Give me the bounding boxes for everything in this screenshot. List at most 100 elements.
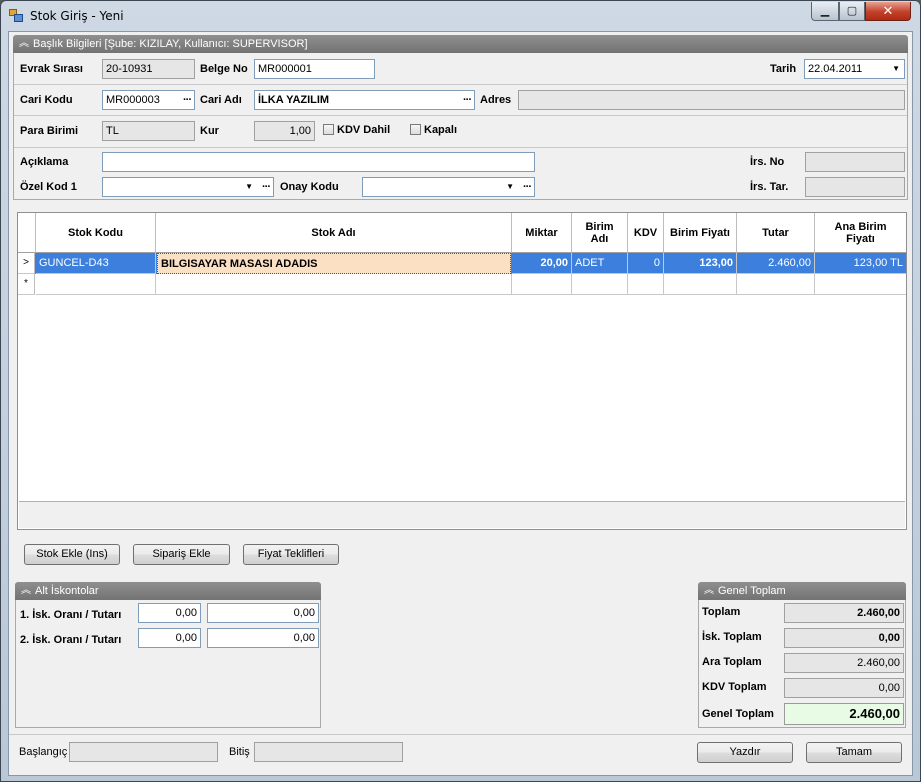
bitis-field[interactable] xyxy=(254,742,403,762)
ellipsis-icon[interactable]: ··· xyxy=(183,91,192,109)
kur-field[interactable]: 1,00 xyxy=(254,121,315,141)
isk2-tutar-field[interactable]: 0,00 xyxy=(207,628,319,648)
ara-toplam-label: Ara Toplam xyxy=(702,656,762,668)
isk1-tutar-field[interactable]: 0,00 xyxy=(207,603,319,623)
col-miktar[interactable]: Miktar xyxy=(512,213,572,253)
kdv-toplam-field[interactable]: 0,00 xyxy=(784,678,904,698)
cell-ana-birim-fiyati[interactable]: 123,00 TL xyxy=(815,253,906,274)
col-tutar[interactable]: Tutar xyxy=(737,213,815,253)
kur-label: Kur xyxy=(200,125,219,137)
cari-adi-field[interactable]: İLKA YAZILIM ··· xyxy=(254,90,475,110)
ozel-kod-field[interactable]: ▼ ··· xyxy=(102,177,274,197)
title-bar[interactable]: Stok Giriş - Yeni ▁ ▢ ✕ xyxy=(1,1,920,31)
tarih-picker[interactable]: 22.04.2011 ▼ xyxy=(804,59,905,79)
siparis-ekle-button[interactable]: Sipariş Ekle xyxy=(133,544,230,565)
cell-kdv[interactable]: 0 xyxy=(628,253,664,274)
new-row[interactable]: * xyxy=(18,274,906,295)
new-row-indicator[interactable]: * xyxy=(18,274,35,295)
kdv-dahil-checkbox[interactable] xyxy=(323,124,334,135)
chevron-down-icon[interactable]: ▼ xyxy=(245,178,253,196)
cari-kodu-field[interactable]: MR000003 ··· xyxy=(102,90,195,110)
cell-birim-fiyati[interactable]: 123,00 xyxy=(664,253,737,274)
cell-empty[interactable] xyxy=(628,274,664,295)
col-ana-birim-fiyati[interactable]: Ana Birim Fiyatı xyxy=(815,213,906,253)
cari-adi-label: Cari Adı xyxy=(200,94,242,106)
isk1-oran-field[interactable]: 0,00 xyxy=(138,603,201,623)
col-kdv[interactable]: KDV xyxy=(628,213,664,253)
minimize-button[interactable]: ▁ xyxy=(811,2,839,21)
client-area: ︽ Başlık Bilgileri [Şube: KIZILAY, Kulla… xyxy=(8,31,913,776)
aciklama-field[interactable] xyxy=(102,152,535,172)
baslangic-field[interactable] xyxy=(69,742,218,762)
cell-stok-adi[interactable]: BILGISAYAR MASASI ADADIS xyxy=(157,253,511,274)
cell-empty[interactable] xyxy=(572,274,628,295)
app-icon xyxy=(9,9,23,22)
col-birim-adi[interactable]: Birim Adı xyxy=(572,213,628,253)
cari-kodu-value: MR000003 xyxy=(106,94,160,106)
genel-toplam-label: Genel Toplam xyxy=(702,708,774,720)
para-birimi-field[interactable]: TL xyxy=(102,121,195,141)
chevron-down-icon[interactable]: ▼ xyxy=(506,178,514,196)
cell-empty[interactable] xyxy=(664,274,737,295)
genel-toplam-title[interactable]: ︽ Genel Toplam xyxy=(698,582,906,600)
cell-empty[interactable] xyxy=(512,274,572,295)
col-stok-adi[interactable]: Stok Adı xyxy=(156,213,512,253)
ellipsis-icon[interactable]: ··· xyxy=(523,178,532,196)
cell-tutar[interactable]: 2.460,00 xyxy=(737,253,815,274)
alt-iskontolar-title-text: Alt İskontolar xyxy=(35,585,99,597)
onay-kodu-label: Onay Kodu xyxy=(280,181,339,193)
chevron-up-icon[interactable]: ︽ xyxy=(19,35,29,53)
isk-toplam-field[interactable]: 0,00 xyxy=(784,628,904,648)
chevron-up-icon[interactable]: ︽ xyxy=(704,582,714,600)
ellipsis-icon[interactable]: ··· xyxy=(463,91,472,109)
tamam-button[interactable]: Tamam xyxy=(806,742,902,763)
irs-no-label: İrs. No xyxy=(750,156,785,168)
irs-tar-field[interactable] xyxy=(805,177,905,197)
para-birimi-label: Para Birimi xyxy=(20,125,79,137)
cell-miktar[interactable]: 20,00 xyxy=(512,253,572,274)
maximize-button[interactable]: ▢ xyxy=(839,2,865,21)
separator xyxy=(14,147,907,148)
cell-empty[interactable] xyxy=(815,274,906,295)
baslangic-label: Başlangıç xyxy=(19,746,68,758)
fiyat-teklifleri-button[interactable]: Fiyat Teklifleri xyxy=(243,544,339,565)
header-group-body: Evrak Sırası 20-10931 Belge No MR000001 … xyxy=(13,53,908,200)
yazdir-button[interactable]: Yazdır xyxy=(697,742,793,763)
evrak-sirasi-field[interactable]: 20-10931 xyxy=(102,59,195,79)
ara-toplam-field[interactable]: 2.460,00 xyxy=(784,653,904,673)
isk2-label: 2. İsk. Oranı / Tutarı xyxy=(20,634,122,646)
cell-stok-kodu[interactable]: GUNCEL-D43 xyxy=(36,253,156,274)
cell-empty[interactable] xyxy=(156,274,512,295)
onay-kodu-field[interactable]: ▼ ··· xyxy=(362,177,535,197)
separator xyxy=(14,115,907,116)
window-title: Stok Giriş - Yeni xyxy=(30,9,124,23)
kapali-checkbox[interactable] xyxy=(410,124,421,135)
toplam-field[interactable]: 2.460,00 xyxy=(784,603,904,623)
header-group-title[interactable]: ︽ Başlık Bilgileri [Şube: KIZILAY, Kulla… xyxy=(13,35,908,53)
close-button[interactable]: ✕ xyxy=(865,2,911,21)
header-group-title-text: Başlık Bilgileri [Şube: KIZILAY, Kullanı… xyxy=(33,38,308,50)
col-stok-kodu[interactable]: Stok Kodu xyxy=(36,213,156,253)
genel-toplam-body: Toplam 2.460,00 İsk. Toplam 0,00 Ara Top… xyxy=(698,600,906,728)
row-indicator[interactable]: > xyxy=(18,253,35,274)
adres-field[interactable] xyxy=(518,90,905,110)
col-birim-fiyati[interactable]: Birim Fiyatı xyxy=(664,213,737,253)
alt-iskontolar-title[interactable]: ︽ Alt İskontolar xyxy=(15,582,321,600)
cell-empty[interactable] xyxy=(36,274,156,295)
irs-no-field[interactable] xyxy=(805,152,905,172)
ellipsis-icon[interactable]: ··· xyxy=(262,178,271,196)
chevron-up-icon[interactable]: ︽ xyxy=(21,582,31,600)
cell-birim-adi[interactable]: ADET xyxy=(572,253,628,274)
belge-no-field[interactable]: MR000001 xyxy=(254,59,375,79)
table-row[interactable]: > GUNCEL-D43 BILGISAYAR MASASI ADADIS 20… xyxy=(18,253,906,274)
stock-grid[interactable]: Stok Kodu Stok Adı Miktar Birim Adı KDV … xyxy=(17,212,907,530)
bitis-label: Bitiş xyxy=(229,746,250,758)
ozel-kod-label: Özel Kod 1 xyxy=(20,181,77,193)
isk2-oran-field[interactable]: 0,00 xyxy=(138,628,201,648)
stok-ekle-button[interactable]: Stok Ekle (Ins) xyxy=(24,544,120,565)
grid-footer xyxy=(19,501,905,528)
chevron-down-icon[interactable]: ▼ xyxy=(892,60,900,78)
genel-toplam-field[interactable]: 2.460,00 xyxy=(784,703,904,725)
grid-corner[interactable] xyxy=(18,213,36,253)
cell-empty[interactable] xyxy=(737,274,815,295)
